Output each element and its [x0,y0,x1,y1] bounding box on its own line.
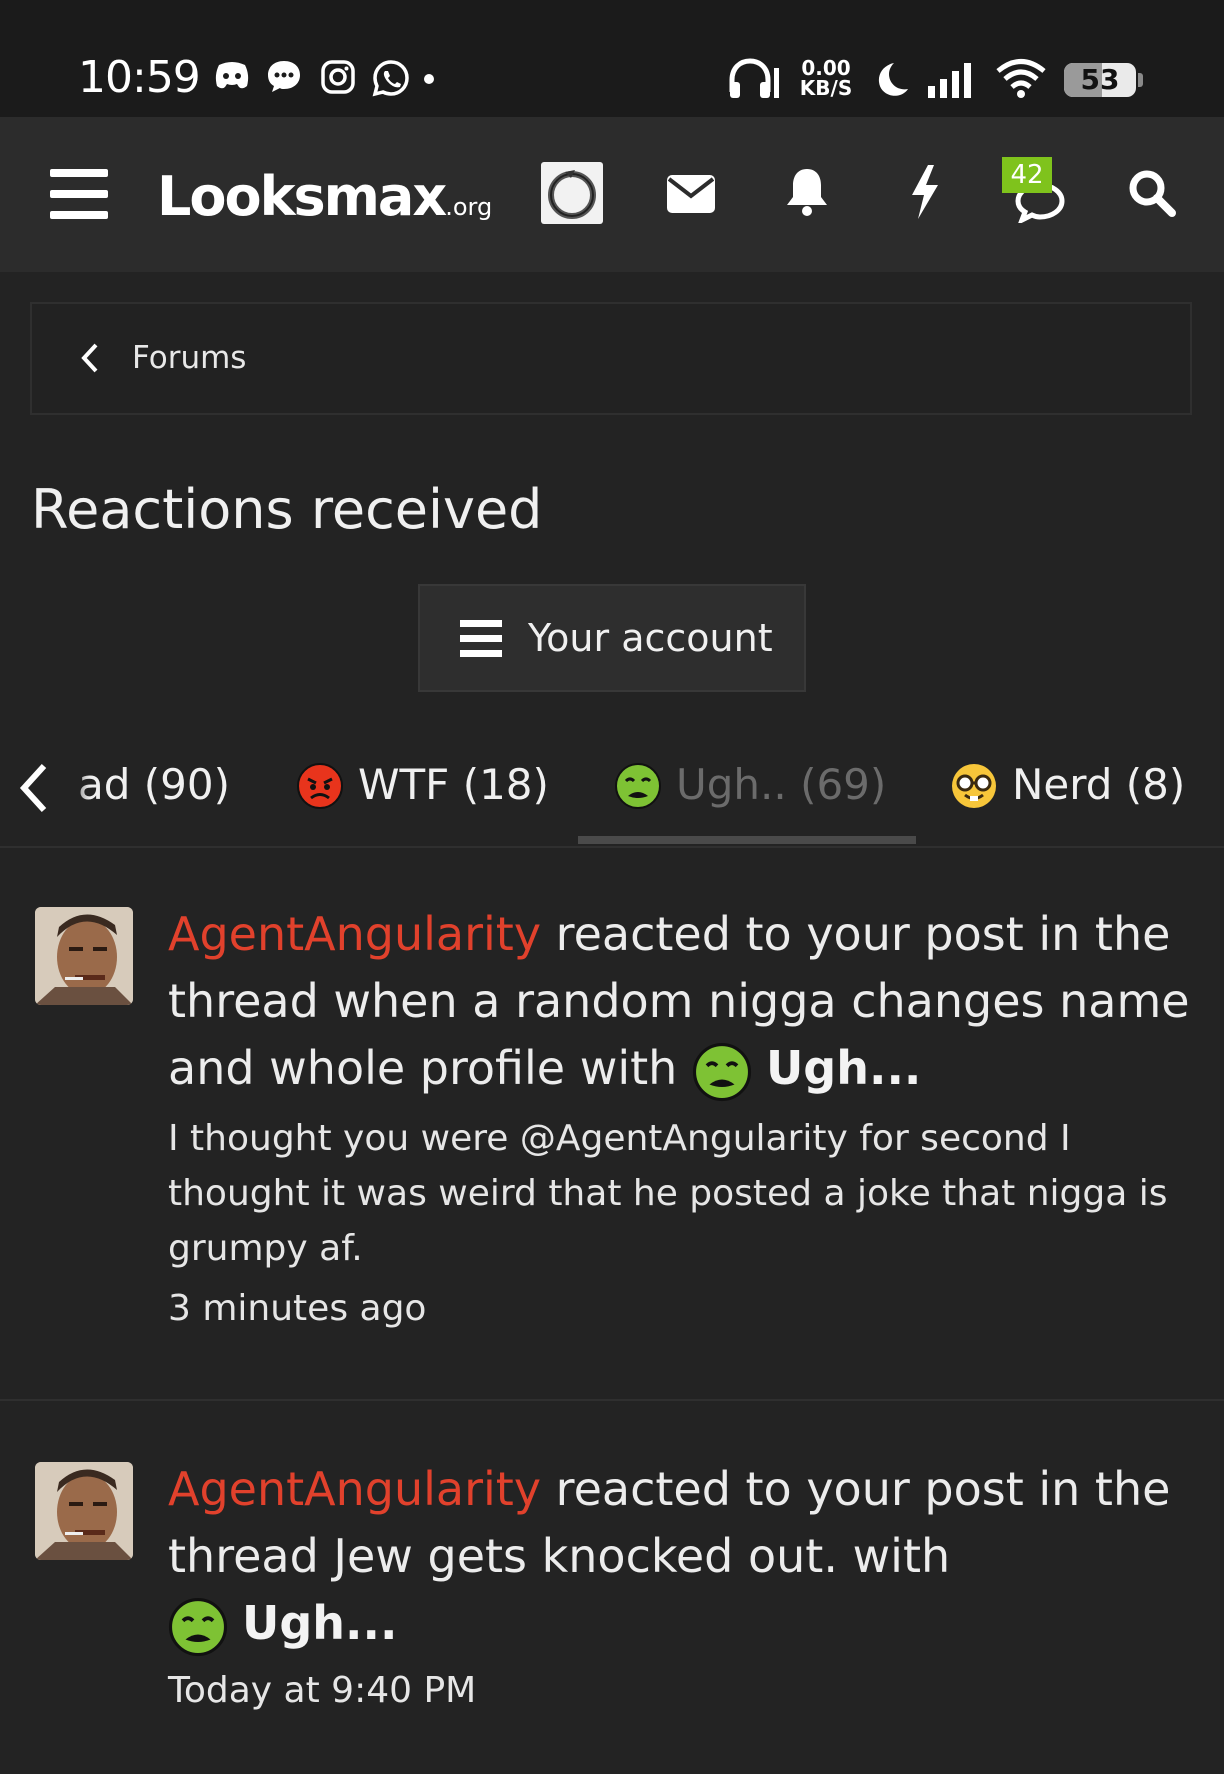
tab-reaction-1[interactable]: ad (90) [78,740,238,846]
list-divider [0,1399,1224,1401]
battery-indicator: 53 [1064,63,1136,97]
timestamp[interactable]: 3 minutes ago [168,1288,426,1329]
status-time: 10:59 [78,52,201,103]
menu-icon[interactable] [50,169,108,219]
nauseated-face-icon [615,763,661,809]
reaction-description: AgentAngularity reacted to your post in … [168,901,1198,1102]
net-speed-unit: KB/S [799,76,853,100]
your-account-label: Your account [528,616,773,660]
tab-nerd[interactable]: Nerd (8) [950,740,1210,846]
tabs-prev-arrow-icon[interactable] [16,758,50,818]
menu-lines-icon [460,620,502,657]
status-bar: 10:59 0.00 KB/S 53 [0,0,1224,117]
battery-tip [1138,73,1143,87]
avatar-icon[interactable] [541,162,603,224]
nauseated-face-icon [168,1597,228,1656]
mail-icon[interactable] [667,175,715,213]
tab-wtf[interactable]: WTF (18) [296,740,549,846]
reaction-name: Ugh... [242,1596,398,1650]
tab-label: Nerd (8) [1012,760,1186,809]
site-logo[interactable]: Looksmax.org [157,165,492,228]
user-avatar-image [35,1462,133,1560]
reaction-name: Ugh... [765,1041,922,1095]
moon-icon [878,63,908,96]
tab-ugh[interactable]: Ugh.. (69) [578,740,916,846]
dot-icon [424,74,434,84]
tab-label: ad (90) [78,760,230,809]
logo-main: Looksmax [157,165,447,228]
net-speed-value: 0.00 [801,56,851,80]
tab-label: WTF (18) [358,760,549,809]
timestamp[interactable]: Today at 9:40 PM [168,1670,476,1711]
wifi-icon [996,59,1046,98]
breadcrumb-label[interactable]: Forums [132,340,246,376]
search-icon[interactable] [1128,169,1176,217]
tab-label: Ugh.. (69) [676,760,887,809]
net-speed: 0.00 KB/S [798,58,854,98]
active-tab-indicator [578,836,916,844]
avatar[interactable] [35,1462,133,1560]
ouroboros-icon [548,170,596,219]
reaction-description: AgentAngularity reacted to your post in … [168,1456,1198,1657]
breadcrumb[interactable]: Forums [30,302,1192,415]
alerts-count-badge: 42 [1002,157,1052,193]
nauseated-face-icon [692,1042,751,1101]
bell-icon[interactable] [785,167,829,217]
page-title: Reactions received [31,478,543,541]
bolt-icon[interactable] [908,165,942,219]
nerd-face-icon [952,764,996,808]
reaction-tabs: ad (90) WTF (18) Ugh.. (69) Nerd (8) [0,740,1224,848]
username-link[interactable]: AgentAngularity [168,1462,541,1516]
battery-percent: 53 [1080,63,1120,96]
headphones-icon [729,58,779,98]
post-snippet[interactable]: I thought you were @AgentAngularity for … [168,1111,1198,1276]
logo-suffix: .org [445,193,493,221]
chat-bubble-icon [268,61,300,92]
avatar[interactable] [35,907,133,1005]
signal-icon [928,63,971,98]
top-navbar: Looksmax.org 42 [0,117,1224,272]
username-link[interactable]: AgentAngularity [168,907,541,961]
user-avatar-image [35,907,133,1005]
angry-face-icon [297,763,343,809]
tabs-scroll-fade [60,740,90,840]
instagram-icon [321,60,355,94]
chevron-left-icon [81,343,98,373]
discord-icon [215,62,249,89]
your-account-button[interactable]: Your account [418,584,806,692]
whatsapp-icon [372,60,409,97]
